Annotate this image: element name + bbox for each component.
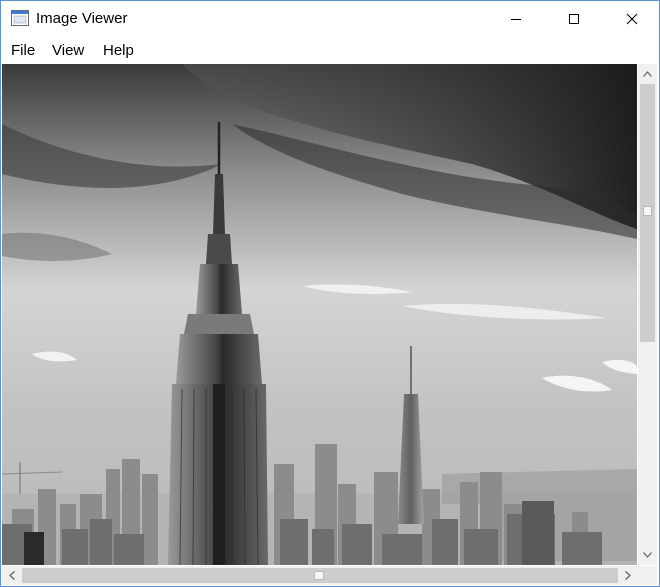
displayed-image <box>2 64 637 565</box>
scroll-left-arrow-icon[interactable] <box>3 567 20 584</box>
menu-file[interactable]: File <box>10 42 36 59</box>
horizontal-scrollbar[interactable] <box>2 566 638 585</box>
minimize-button[interactable] <box>487 1 545 37</box>
horizontal-scroll-thumb[interactable] <box>22 568 618 583</box>
menu-help[interactable]: Help <box>102 42 135 59</box>
close-icon <box>626 13 638 25</box>
vertical-thumb-grip <box>643 206 652 216</box>
maximize-button[interactable] <box>545 1 603 37</box>
image-viewer-window: Image Viewer File View Help <box>0 0 660 587</box>
scroll-right-arrow-icon[interactable] <box>619 567 636 584</box>
horizontal-thumb-grip <box>314 571 324 580</box>
vertical-scrollbar[interactable] <box>638 64 657 565</box>
menu-view[interactable]: View <box>51 42 85 59</box>
image-viewport[interactable] <box>2 64 637 565</box>
title-bar[interactable]: Image Viewer <box>1 1 659 37</box>
window-title: Image Viewer <box>36 10 128 27</box>
vertical-scroll-thumb[interactable] <box>640 84 655 342</box>
scrollbar-corner <box>638 566 657 585</box>
menu-bar: File View Help <box>1 37 659 64</box>
scroll-down-arrow-icon[interactable] <box>639 546 656 563</box>
minimize-icon <box>510 13 522 25</box>
maximize-icon <box>568 13 580 25</box>
scroll-up-arrow-icon[interactable] <box>639 65 656 82</box>
close-button[interactable] <box>603 1 660 37</box>
app-window-icon <box>11 10 29 26</box>
